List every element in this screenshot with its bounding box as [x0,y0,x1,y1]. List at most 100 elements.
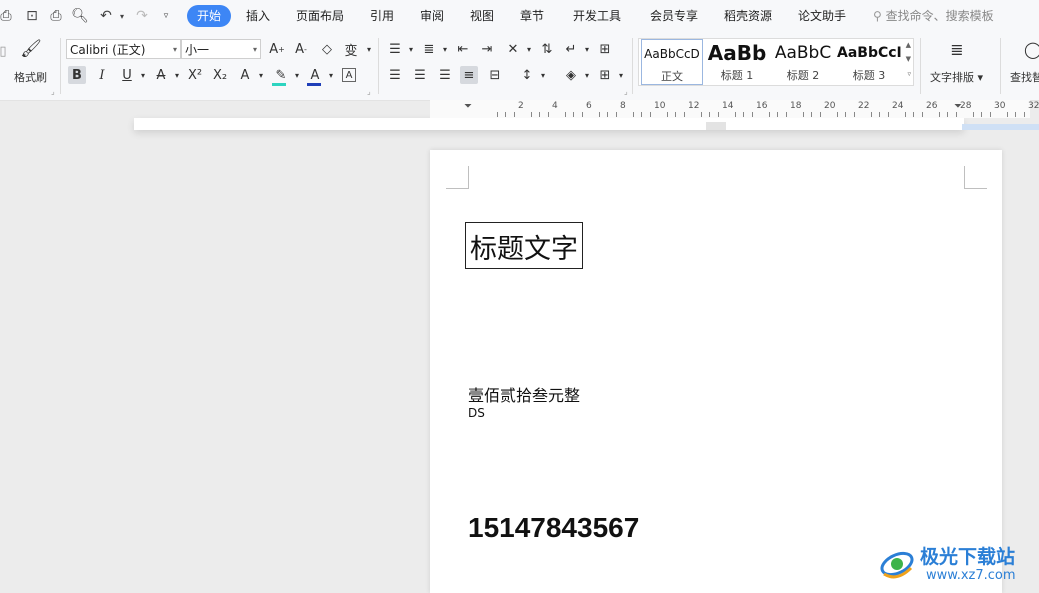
document-page[interactable]: 标题文字 壹佰贰拾叁元整 DS 15147843567 [430,150,1002,593]
align-center-icon[interactable]: ☰ [411,66,429,84]
decrease-font-size-icon[interactable]: A- [292,40,310,58]
ruler-tick [1015,112,1016,117]
print-icon[interactable]: ⎙ [46,6,66,26]
tab-developer[interactable]: 开发工具 [573,5,621,27]
chevron-down-icon[interactable]: ▾ [534,66,552,84]
align-left-icon[interactable]: ☰ [386,66,404,84]
ruler-tick [513,112,515,117]
phonetic-guide-icon[interactable]: 变 [342,40,360,59]
tab-view[interactable]: 视图 [470,5,494,27]
style-heading-3[interactable]: AaBbCcI 标题 3 [837,39,901,85]
subscript-button[interactable]: X₂ [211,66,229,84]
ruler-label: 18 [790,101,802,111]
ruler-label: 30 [994,101,1006,111]
ruler-tick [700,112,702,117]
horizontal-ruler[interactable]: ⏷ ⏷ 2 4 6 8 10 12 14 16 18 20 22 24 26 28 30 32 [430,100,1039,118]
distributed-align-icon[interactable]: ⊟ [486,66,504,84]
redo-icon[interactable]: ↷ [132,6,152,26]
print-preview-icon[interactable]: 🔍︎ [70,6,90,26]
chevron-down-icon[interactable]: ▾ [360,40,378,58]
tab-docer-resources[interactable]: 稻壳资源 [724,5,772,27]
font-name-select[interactable]: Calibri (正文) ▾ [66,39,181,59]
ruler-label: 20 [824,101,836,111]
divider [60,38,61,94]
increase-indent-icon[interactable]: ⇥ [478,40,496,58]
tab-chapter[interactable]: 章节 [520,5,544,27]
sort-icon[interactable]: ⇅ [538,40,556,58]
command-search[interactable]: ⚲ 查找命令、搜索模板 [873,5,994,27]
undo-dropdown-icon[interactable]: ▾ [112,6,132,26]
italic-button[interactable]: I [93,66,111,84]
ruler-label: 32 [1028,101,1039,111]
tab-references[interactable]: 引用 [370,5,394,27]
font-size-value: 小一 [185,43,210,57]
gallery-scroll-down-icon[interactable]: ▼ [906,55,911,63]
find-replace-icon[interactable]: ◯ [1024,40,1039,59]
style-heading-1[interactable]: AaBb 标题 1 [705,39,769,85]
export-pdf-icon[interactable]: ⊡ [22,6,42,26]
character-border-icon[interactable]: A [342,68,356,82]
format-painter-icon[interactable]: 🖌︎ [20,39,42,59]
clipboard-expand-icon[interactable]: ⌟ [51,87,55,96]
clear-format-icon[interactable]: ◇ [318,40,336,58]
chevron-down-icon[interactable]: ▾ [288,66,306,84]
align-right-icon[interactable]: ☰ [436,66,454,84]
table-tabs-icon[interactable]: ⊞ [596,40,614,58]
font-expand-icon[interactable]: ⌟ [367,87,371,96]
tab-member[interactable]: 会员专享 [650,5,698,27]
customize-toolbar-icon[interactable]: ▿ [156,6,176,26]
indent-marker-icon[interactable]: ⏷ [464,101,472,112]
tab-thesis-assistant[interactable]: 论文助手 [798,5,846,27]
brand-logo-icon [880,551,914,579]
increase-font-size-icon[interactable]: A + [268,40,286,58]
gallery-scroll-up-icon[interactable]: ▲ [906,41,911,49]
chevron-down-icon[interactable]: ▾ [578,40,596,58]
style-normal[interactable]: AaBbCcD 正文 [641,39,703,85]
gallery-expand-icon[interactable]: ▿ [907,70,911,78]
ruler-tick [938,112,940,117]
ruler-label: 24 [892,101,904,111]
bold-button[interactable]: B [68,66,86,84]
font-name-value: Calibri (正文) [70,43,146,57]
style-preview: AaBbCcI [837,45,901,61]
find-replace-label[interactable]: 查找替 [1010,69,1039,85]
watermark: 极光下载站 www.xz7.com [878,540,1038,590]
ruler-tick [879,112,880,117]
chevron-down-icon[interactable]: ▾ [252,66,270,84]
font-size-select[interactable]: 小一 ▾ [181,39,261,59]
chevron-down-icon: ▾ [252,45,257,54]
chevron-down-icon[interactable]: ▾ [436,40,454,58]
chevron-down-icon[interactable]: ▾ [520,40,538,58]
justify-icon[interactable]: ≡ [460,66,478,84]
phone-number-text[interactable]: 15147843567 [468,512,639,544]
text-layout-icon[interactable]: ≣ [948,40,966,59]
chevron-down-icon[interactable]: ▾ [134,66,152,84]
chevron-down-icon[interactable]: ▾ [402,40,420,58]
style-heading-2[interactable]: AaBbC 标题 2 [771,39,835,85]
ruler-tick [870,112,872,117]
ruler-tick [607,112,608,117]
chevron-down-icon[interactable]: ▾ [168,66,186,84]
amount-text[interactable]: 壹佰贰拾叁元整 [468,382,580,406]
search-placeholder: 查找命令、搜索模板 [885,9,994,23]
chevron-down-icon[interactable]: ▾ [322,66,340,84]
chevron-down-icon[interactable]: ▾ [578,66,596,84]
text-layout-button[interactable]: 文字排版 ▾ [930,69,983,85]
ruler-tick [641,112,642,117]
tab-home[interactable]: 开始 [187,5,232,27]
ruler-tick [819,112,821,117]
paste-icon[interactable]: ▯ [0,42,12,60]
format-painter-label[interactable]: 格式刷 [14,69,47,85]
style-name: 正文 [661,70,683,83]
tab-page-layout[interactable]: 页面布局 [296,5,344,27]
superscript-button[interactable]: X² [186,66,204,84]
ruler-label: 22 [858,101,870,111]
heading-text[interactable]: 标题文字 [465,222,583,269]
paragraph-expand-icon[interactable]: ⌟ [624,87,628,96]
decrease-indent-icon[interactable]: ⇤ [454,40,472,58]
tab-insert[interactable]: 插入 [246,5,270,27]
save-icon[interactable]: ⎙ [0,6,16,26]
chevron-down-icon[interactable]: ▾ [612,66,630,84]
tab-review[interactable]: 审阅 [420,5,444,27]
ds-text[interactable]: DS [468,406,485,420]
